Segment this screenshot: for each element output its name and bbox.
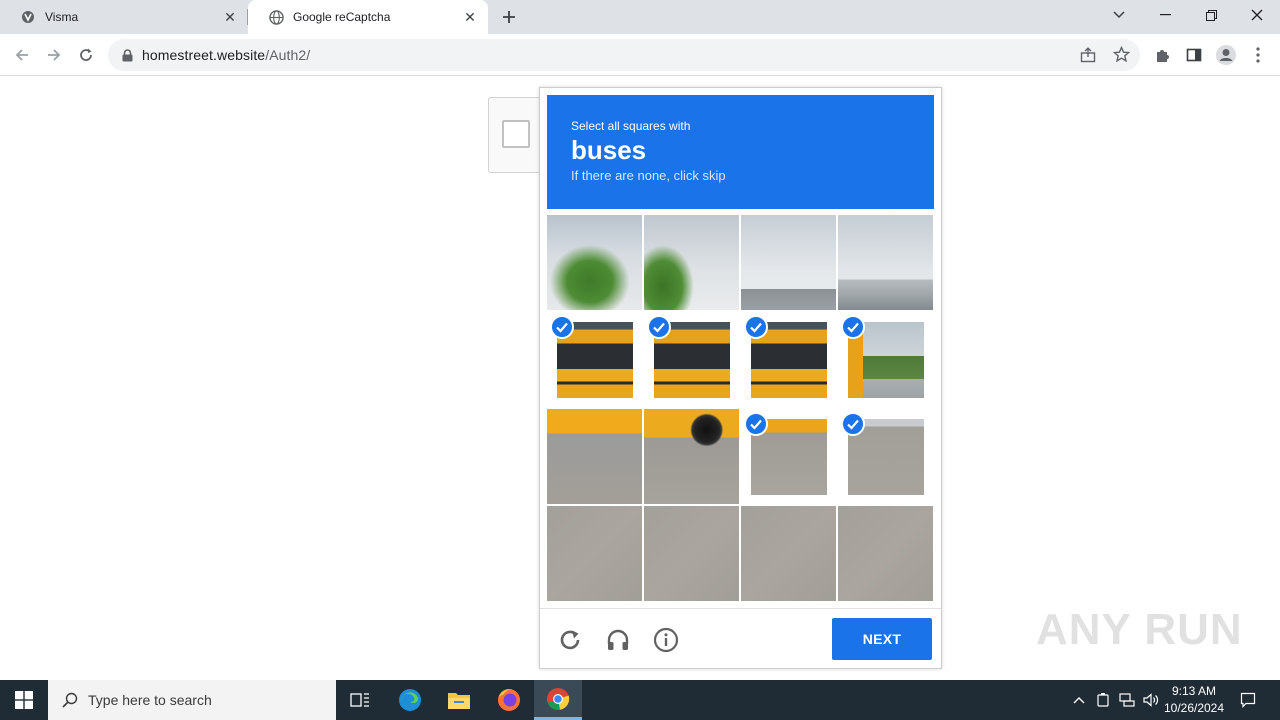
tile-image	[547, 215, 642, 310]
page-content: Select all squares with buses If there a…	[0, 77, 1280, 680]
captcha-tile[interactable]	[741, 506, 836, 601]
tile-image	[838, 215, 933, 310]
target-object: buses	[571, 135, 647, 165]
taskbar: Type here to search 9:13 AM 10/26/2024	[0, 680, 1280, 720]
tab-strip: Visma ✕ Google reCaptcha ✕	[0, 0, 1280, 34]
edge-icon[interactable]	[386, 680, 434, 720]
system-clock[interactable]: 9:13 AM 10/26/2024	[1160, 683, 1228, 717]
task-view-icon[interactable]	[336, 680, 384, 720]
captcha-tile[interactable]	[838, 506, 933, 601]
firefox-icon[interactable]	[485, 680, 533, 720]
address-bar[interactable]: homestreet.website/Auth2/	[108, 39, 1140, 71]
next-button[interactable]: NEXT	[832, 618, 932, 660]
url-host: homestreet.website	[142, 47, 266, 63]
close-tab-icon[interactable]: ✕	[458, 5, 482, 29]
recaptcha-checkbox[interactable]	[502, 120, 530, 148]
visma-icon	[20, 9, 36, 25]
recaptcha-anchor	[488, 97, 544, 173]
captcha-tile[interactable]	[741, 409, 836, 504]
menu-kebab-icon[interactable]	[1244, 41, 1272, 69]
captcha-tile[interactable]	[741, 215, 836, 310]
tab-google-recaptcha[interactable]: Google reCaptcha ✕	[248, 0, 488, 34]
side-panel-icon[interactable]	[1180, 41, 1208, 69]
selected-checkmark-icon	[550, 315, 574, 339]
captcha-tile[interactable]	[838, 215, 933, 310]
captcha-tile[interactable]	[644, 215, 739, 310]
watermark: ANY RUN	[1036, 605, 1243, 654]
reload-page-icon[interactable]	[72, 41, 100, 69]
tab-title: Google reCaptcha	[293, 10, 391, 24]
tile-image	[644, 409, 739, 504]
network-icon[interactable]	[1116, 680, 1138, 720]
reload-icon[interactable]	[555, 625, 585, 655]
url-text: homestreet.website/Auth2/	[142, 47, 310, 63]
tab-search-icon[interactable]	[1096, 0, 1142, 30]
tile-image	[644, 506, 739, 601]
close-tab-icon[interactable]: ✕	[218, 5, 242, 29]
globe-icon	[268, 9, 284, 25]
selected-checkmark-icon	[841, 315, 865, 339]
captcha-tile[interactable]	[644, 409, 739, 504]
instruction-text: Select all squares with	[571, 119, 691, 133]
tile-image	[838, 506, 933, 601]
share-icon[interactable]	[1080, 47, 1096, 68]
tray-chevron-icon[interactable]	[1068, 680, 1090, 720]
battery-device-icon[interactable]	[1092, 680, 1114, 720]
profile-avatar-icon[interactable]	[1212, 41, 1240, 69]
new-tab-icon[interactable]	[497, 5, 521, 29]
minimize-icon[interactable]	[1142, 0, 1188, 30]
clock-time: 9:13 AM	[1171, 684, 1217, 698]
captcha-tile[interactable]	[547, 215, 642, 310]
captcha-challenge: Select all squares with buses If there a…	[539, 87, 942, 669]
tile-image	[547, 409, 642, 504]
captcha-tile[interactable]	[547, 409, 642, 504]
captcha-instructions: Select all squares with buses If there a…	[547, 95, 934, 209]
bookmark-star-icon[interactable]	[1112, 45, 1131, 68]
search-placeholder: Type here to search	[88, 692, 212, 708]
forward-icon[interactable]	[40, 41, 68, 69]
captcha-tile[interactable]	[644, 312, 739, 407]
browser-toolbar: homestreet.website/Auth2/	[0, 34, 1280, 76]
tile-image	[644, 215, 739, 310]
captcha-tile[interactable]	[644, 506, 739, 601]
close-window-icon[interactable]	[1234, 0, 1280, 30]
windows-start-icon[interactable]	[0, 680, 48, 720]
tab-title: Visma	[45, 10, 79, 24]
selected-checkmark-icon	[647, 315, 671, 339]
url-path: /Auth2/	[265, 47, 311, 63]
captcha-grid	[547, 215, 934, 602]
chrome-icon[interactable]	[534, 680, 582, 720]
search-icon	[60, 690, 80, 710]
file-explorer-icon[interactable]	[435, 680, 483, 720]
notification-icon[interactable]	[1234, 680, 1262, 720]
selected-checkmark-icon	[744, 412, 768, 436]
instruction-hint: If there are none, click skip	[571, 168, 726, 183]
extensions-icon[interactable]	[1148, 41, 1176, 69]
volume-icon[interactable]	[1140, 680, 1162, 720]
captcha-tile[interactable]	[741, 312, 836, 407]
audio-icon[interactable]	[603, 625, 633, 655]
taskbar-search[interactable]: Type here to search	[48, 680, 336, 720]
tile-image	[547, 506, 642, 601]
info-icon[interactable]	[651, 625, 681, 655]
captcha-footer: NEXT	[540, 608, 941, 669]
selected-checkmark-icon	[841, 412, 865, 436]
back-icon[interactable]	[8, 41, 36, 69]
restore-icon[interactable]	[1188, 0, 1234, 30]
selected-checkmark-icon	[744, 315, 768, 339]
tile-image	[741, 506, 836, 601]
tab-visma[interactable]: Visma ✕	[0, 0, 248, 34]
captcha-tile[interactable]	[838, 409, 933, 504]
tile-image	[741, 215, 836, 310]
lock-icon[interactable]	[120, 48, 134, 62]
captcha-tile[interactable]	[838, 312, 933, 407]
clock-date: 10/26/2024	[1163, 701, 1225, 715]
captcha-tile[interactable]	[547, 312, 642, 407]
captcha-tile[interactable]	[547, 506, 642, 601]
